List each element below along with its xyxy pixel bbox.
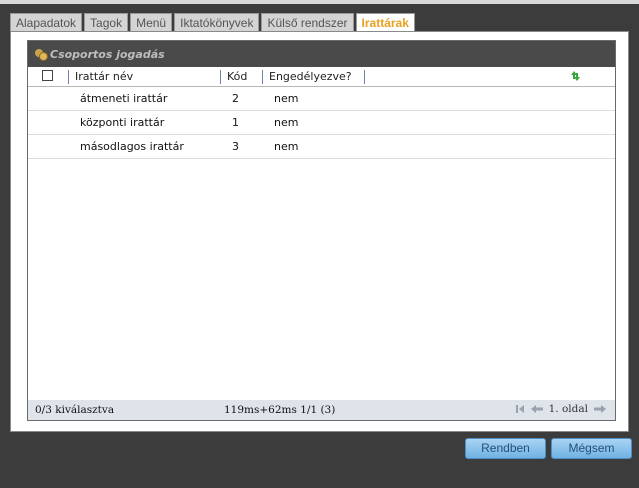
grid-status-bar: 0/3 kiválasztva 119ms+62ms 1/1 (3) 1. ol… (28, 400, 615, 420)
cell-code: 2 (232, 92, 239, 105)
group-rights-icon[interactable] (34, 47, 48, 61)
page-indicator: 1. oldal (548, 403, 588, 415)
tab-iktatokonyvek[interactable]: Iktatókönyvek (174, 13, 260, 32)
table-row[interactable]: másodlagos irattár 3 nem (28, 135, 615, 159)
grid-header: Irattár név Kód Engedélyezve? (28, 67, 615, 87)
table-row[interactable]: átmeneti irattár 2 nem (28, 87, 615, 111)
tab-menu[interactable]: Menü (130, 13, 173, 32)
tab-content-panel: Csoportos jogadás Irattár név Kód Engedé… (10, 31, 629, 432)
timing-info: 119ms+62ms 1/1 (3) (224, 404, 336, 416)
tab-irattarak[interactable]: Irattárak (355, 13, 415, 33)
first-page-icon[interactable] (515, 404, 525, 414)
column-header-enabled[interactable]: Engedélyezve? (262, 69, 364, 84)
cancel-button[interactable]: Mégsem (551, 438, 632, 459)
column-header-name[interactable]: Irattár név (68, 69, 220, 84)
tab-alapadatok[interactable]: Alapadatok (10, 13, 83, 32)
cell-name: központi irattár (80, 116, 165, 129)
column-header-code[interactable]: Kód (220, 69, 262, 84)
previous-page-icon[interactable] (530, 404, 544, 414)
cell-code: 3 (232, 140, 239, 153)
column-header-spacer (364, 69, 374, 84)
cell-code: 1 (232, 116, 239, 129)
refresh-icon[interactable] (568, 69, 582, 83)
cell-enabled: nem (274, 92, 299, 105)
grid-toolbar: Csoportos jogadás (28, 41, 615, 67)
irattar-grid: Csoportos jogadás Irattár név Kód Engedé… (27, 40, 616, 421)
group-rights-button[interactable]: Csoportos jogadás (50, 48, 165, 61)
cell-name: másodlagos irattár (80, 140, 184, 153)
window-top-border (0, 0, 639, 4)
tab-kulso-rendszer[interactable]: Külső rendszer (261, 13, 354, 32)
cell-enabled: nem (274, 140, 299, 153)
tab-tagok[interactable]: Tagok (84, 13, 129, 32)
ok-button[interactable]: Rendben (465, 438, 546, 459)
selection-count: 0/3 kiválasztva (35, 404, 115, 416)
pager: 1. oldal (515, 403, 607, 415)
select-all-cell (28, 69, 68, 84)
cell-name: átmeneti irattár (80, 92, 168, 105)
table-row[interactable]: központi irattár 1 nem (28, 111, 615, 135)
cell-enabled: nem (274, 116, 299, 129)
tab-bar: Alapadatok Tagok Menü Iktatókönyvek Küls… (10, 13, 415, 33)
select-all-checkbox[interactable] (42, 69, 53, 81)
next-page-icon[interactable] (593, 404, 607, 414)
